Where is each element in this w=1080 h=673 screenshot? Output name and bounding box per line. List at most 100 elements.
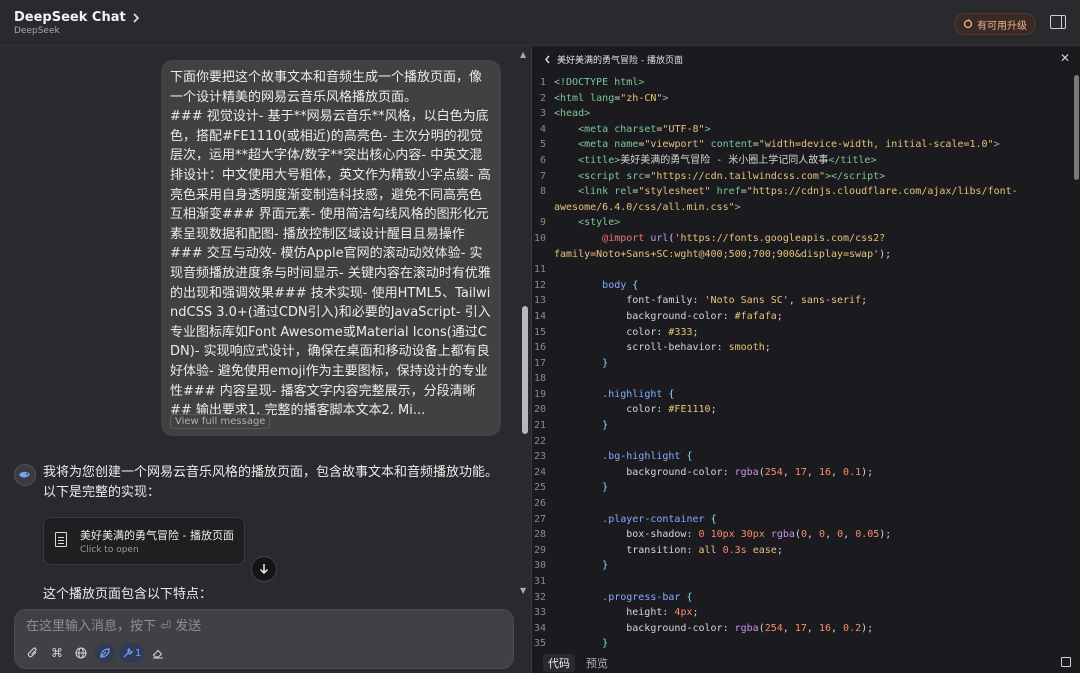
- leaf-deepthink-icon[interactable]: [95, 643, 115, 663]
- code-text: }: [602, 638, 609, 650]
- code-text: <html lang="zh-CN">: [554, 92, 669, 104]
- line-number: 12: [533, 279, 546, 291]
- tool-plugins-button[interactable]: 1: [119, 643, 145, 663]
- upgrade-button[interactable]: 有可用升级: [954, 13, 1036, 35]
- line-number: 30: [533, 560, 546, 572]
- tab-preview[interactable]: 预览: [581, 654, 613, 672]
- app-title-text: DeepSeek Chat: [14, 10, 126, 25]
- line-number: 1: [539, 77, 546, 88]
- line-number: 11: [533, 264, 546, 276]
- code-view[interactable]: 1 <!DOCTYPE html> 2 <html lang="zh-CN"> 3 <he…: [532, 75, 1072, 651]
- line-number: 29: [533, 544, 546, 556]
- attach-paperclip-icon[interactable]: [23, 643, 43, 663]
- code-line: 29 transition: all 0.3s ease;: [532, 543, 1072, 559]
- brand[interactable]: DeepSeek Chat DeepSeek: [14, 10, 140, 36]
- code-text: .player-container {: [602, 513, 717, 525]
- code-text: box-shadow: 0 10px 30px rgba(0, 0, 0, 0.…: [626, 529, 892, 541]
- code-text: awesome/6.4.0/css/all.min.css">: [554, 201, 741, 213]
- code-text: .highlight {: [602, 388, 675, 400]
- command-icon[interactable]: ⌘: [47, 643, 67, 663]
- code-line: 16 scroll-behavior: smooth;: [532, 340, 1072, 356]
- code-line: 3 <head>: [532, 106, 1072, 122]
- line-number: 23: [533, 451, 546, 463]
- line-number: 20: [533, 404, 546, 416]
- code-text: background-color: #fafafa;: [626, 310, 783, 322]
- code-text: <style>: [578, 217, 621, 229]
- chevron-left-icon[interactable]: [544, 55, 551, 64]
- code-line: 31: [532, 574, 1072, 590]
- app-subtitle: DeepSeek: [14, 26, 60, 36]
- globe-web-search-icon[interactable]: [71, 643, 91, 663]
- code-panel-header: 美好美满的勇气冒险 - 播放页面: [532, 46, 1080, 72]
- line-number: [532, 247, 554, 263]
- message-input[interactable]: [26, 617, 496, 635]
- code-text: }: [602, 357, 609, 369]
- wrench-icon: [123, 647, 134, 658]
- code-line: 27 .player-container {: [532, 512, 1072, 528]
- code-line: family=Noto+Sans+SC:wght@400;500;700;900…: [532, 247, 1072, 263]
- scroll-to-bottom-button[interactable]: [251, 556, 277, 582]
- app-root: DeepSeek Chat DeepSeek 有可用升级 下面你要把这个故事文本…: [0, 0, 1080, 673]
- refresh-icon: [963, 19, 973, 29]
- code-line: 1 <!DOCTYPE html>: [532, 75, 1072, 91]
- code-line: 19 .highlight {: [532, 387, 1072, 403]
- code-text: <meta name="viewport" content="width=dev…: [578, 139, 1000, 151]
- eraser-icon[interactable]: [148, 643, 168, 663]
- code-text: height: 4px;: [626, 607, 699, 619]
- app-title: DeepSeek Chat: [14, 10, 140, 25]
- features-heading: 这个播放页面包含以下特点：: [43, 587, 213, 602]
- view-full-message-button[interactable]: View full message: [170, 414, 271, 429]
- code-line: 14 background-color: #fafafa;: [532, 309, 1072, 325]
- code-line: 5 <meta name="viewport" content="width=d…: [532, 137, 1072, 153]
- line-number: 25: [533, 482, 546, 494]
- code-line: 34 background-color: rgba(254, 17, 16, 0…: [532, 621, 1072, 637]
- line-number: 13: [533, 295, 546, 307]
- code-text: }: [602, 420, 609, 432]
- line-number: 5: [539, 139, 546, 151]
- code-text: scroll-behavior: smooth;: [626, 342, 771, 354]
- message-composer: ⌘ 1: [14, 609, 514, 669]
- close-icon[interactable]: ✕: [1060, 51, 1070, 65]
- line-number: 17: [533, 357, 546, 369]
- code-line: 7 <script src="https://cdn.tailwindcss.c…: [532, 169, 1072, 185]
- line-number: 8: [539, 186, 546, 198]
- code-line: 17 }: [532, 356, 1072, 372]
- code-line: 35 }: [532, 636, 1072, 651]
- expand-icon[interactable]: [1061, 657, 1071, 667]
- line-number: 6: [539, 154, 546, 166]
- code-panel: 美好美满的勇气冒险 - 播放页面 ✕ 1 <!DOCTYPE html> 2 <htm…: [531, 46, 1080, 673]
- chevron-right-icon: [133, 12, 139, 23]
- code-line: awesome/6.4.0/css/all.min.css">: [532, 200, 1072, 216]
- document-icon: [55, 532, 67, 547]
- code-text: <link rel="stylesheet" href="https://cdn…: [578, 186, 1018, 198]
- code-text: transition: all 0.3s ease;: [626, 544, 783, 556]
- code-line: 13 font-family: 'Noto Sans SC', sans-ser…: [532, 293, 1072, 309]
- code-line: 23 .bg-highlight {: [532, 449, 1072, 465]
- code-line: 2 <html lang="zh-CN">: [532, 91, 1072, 107]
- code-text: }: [602, 560, 609, 572]
- top-bar: DeepSeek Chat DeepSeek 有可用升级: [0, 0, 1080, 46]
- chat-pane: 下面你要把这个故事文本和音频生成一个播放页面，像一个设计精美的网易云音乐风格播放…: [0, 46, 530, 673]
- line-number: 14: [533, 310, 546, 322]
- scroll-up-arrow-icon[interactable]: ▲: [520, 50, 526, 59]
- line-number: [532, 200, 554, 216]
- line-number: 31: [533, 576, 546, 587]
- code-text: background-color: rgba(254, 17, 16, 0.2)…: [626, 622, 874, 634]
- line-number: 10: [533, 232, 546, 244]
- code-text: color: #FE1110;: [626, 404, 717, 416]
- line-number: 3: [539, 108, 546, 120]
- chat-scrollbar-thumb[interactable]: [522, 306, 528, 434]
- code-line: 18: [532, 371, 1072, 387]
- code-scrollbar[interactable]: [1072, 75, 1080, 655]
- tool-count: 1: [135, 647, 142, 659]
- artifact-card[interactable]: 美好美满的勇气冒险 - 播放页面 Click to open: [43, 517, 245, 565]
- line-number: 2: [539, 92, 546, 104]
- sidebar-panel-icon[interactable]: [1050, 15, 1066, 29]
- code-line: 9 <style>: [532, 215, 1072, 231]
- scroll-down-arrow-icon[interactable]: ▼: [520, 586, 526, 595]
- tab-code[interactable]: 代码: [543, 654, 575, 672]
- code-text: @import url('https://fonts.googleapis.co…: [602, 232, 886, 244]
- code-line: 15 color: #333;: [532, 325, 1072, 341]
- code-scrollbar-thumb[interactable]: [1074, 75, 1079, 180]
- line-number: 24: [533, 466, 546, 478]
